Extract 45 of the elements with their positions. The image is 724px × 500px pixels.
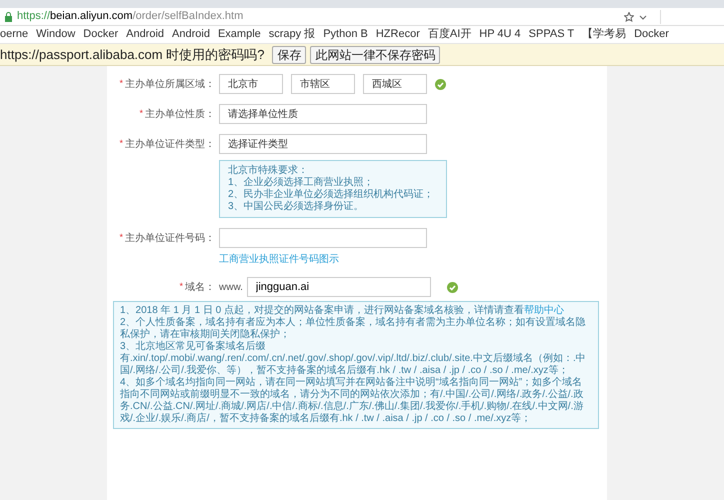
field-label: 主办单位性质： (145, 108, 215, 122)
input-field[interactable]: jingguan.ai (246, 277, 431, 297)
bookmark-link[interactable]: 【学考易 (582, 26, 626, 43)
dropdown[interactable]: 选择证件类型 (219, 134, 427, 154)
hint-text: 2、民办非企业单位必须选择组织机构代码证； (228, 189, 435, 200)
required-mark: * (119, 231, 123, 244)
bookmark-link[interactable]: scrapy 报 (268, 26, 316, 43)
bookmark-link[interactable]: Android (126, 26, 164, 43)
bookmark-link[interactable]: Docker (634, 26, 669, 43)
lock-icon (4, 12, 13, 22)
note-text: 3、北京地区常见可备案域名后缀有.xin/.top/.mobi/.wang/.ren/.com/.cn/.net/.gov/.shop/.gov/.vip/.ltd/.biz/.club/.site.中文后缀域名（例如：.中国/.网络/.公司/.我爱你、等），暂不支持备案的域名后缀有.hk / .tw / .aisa / .jp / .co / .so / .me/.xyz等； (120, 341, 587, 376)
hint-text: 1、企业必须选择工商营业执照； (228, 177, 375, 188)
dropdown[interactable]: 北京市 (219, 74, 283, 94)
bookmark-link[interactable]: Python B (323, 26, 368, 43)
bookmark-link[interactable]: HZRecor (376, 26, 420, 43)
prompt-button[interactable]: 此网站一律不保存密码 (310, 46, 440, 64)
field-label: 域名： (185, 280, 215, 294)
field-label: 主办单位证件号码： (125, 232, 215, 246)
prompt-button[interactable]: 保存 (272, 46, 306, 64)
dropdown[interactable]: 市辖区 (291, 74, 355, 94)
required-mark: * (119, 77, 123, 90)
domain-prefix: www. (219, 280, 243, 294)
bookmark-link[interactable]: Window (36, 26, 76, 43)
bookmark-link[interactable]: Android (172, 26, 210, 43)
note-text: 4、如多个域名均指向同一网站，请在同一网站填写并在网站备注中说明“域名指向同一网站”；如多个域名指向不同网站或前缀明显不一致的域名，请分为不同的网站依次添加；有/.中国/.公司/.网络/.政务/.公益/.政务.CN/.公益.CN/.网址/.商城/.网店/.中信/.商标/.信息/.广东/.佛山/.集团/.我爱你/.手机/.购物/.在线/.中文网/.游戏/.企业/.娱乐/.商店/，暂不支持备案的域名后缀有.hk / .tw / .aisa / .jp / .co / .so / .me/.xyz等； (120, 377, 584, 425)
required-mark: * (119, 137, 123, 150)
bookmark-link[interactable]: SPPAS T (528, 26, 574, 43)
dropdown[interactable]: 请选择单位性质 (219, 104, 427, 124)
hint-text: 北京市特殊要求： (228, 165, 309, 176)
note-text: 1、2018 年 1 月 1 日 0 点起，对提交的网站备案申请，进行网站备案域名核验，详情请查看帮助中心 (120, 305, 565, 316)
field-label: 主办单位所属区域： (125, 78, 215, 92)
bookmark-link[interactable]: HP 4U 4 (479, 26, 521, 43)
dropdown[interactable]: 西城区 (363, 74, 427, 94)
bookmark-link[interactable]: oerne (0, 26, 28, 43)
bookmark-link[interactable]: Example (218, 26, 261, 43)
field-label: 主办单位证件类型： (125, 138, 215, 152)
password-prompt: https://passport.alibaba.com 时使用的密码吗? (0, 46, 264, 64)
bookmark-link[interactable]: Docker (83, 26, 118, 43)
input-field[interactable] (219, 228, 427, 248)
star-icon[interactable] (624, 12, 634, 22)
required-mark: * (179, 280, 183, 294)
bookmark-link[interactable]: 百度AI开 (428, 26, 472, 43)
hint-text: 3、中国公民必须选择身份证。 (228, 201, 365, 213)
required-mark: * (139, 107, 143, 120)
note-text: 2、个人性质备案，域名持有者应为本人；单位性质备案，域名持有者需为主办单位名称；如有设置域名隐私保护，请在审核期间关闭隐私保护； (120, 317, 587, 340)
